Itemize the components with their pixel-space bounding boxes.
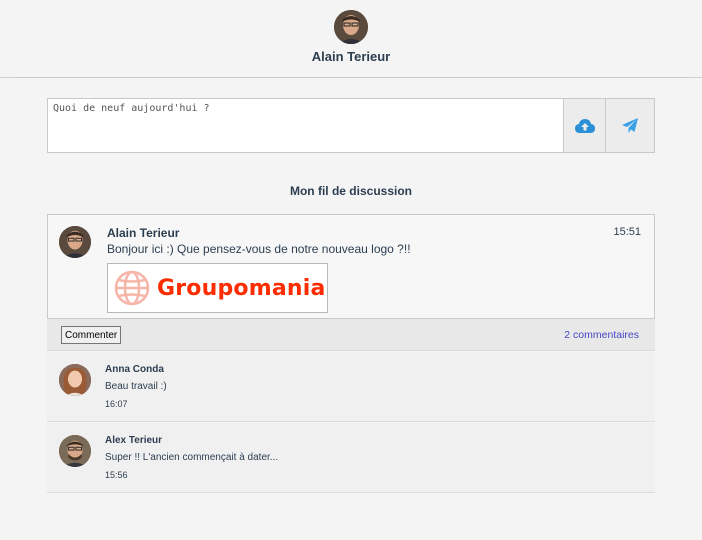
globe-logo-icon — [114, 270, 150, 306]
upload-button[interactable] — [563, 99, 605, 152]
comments-count-link[interactable]: 2 commentaires — [564, 329, 639, 341]
comment-item: Anna Conda Beau travail :) 16:07 — [47, 352, 655, 422]
comment-text: Beau travail :) — [105, 381, 167, 392]
comment-author: Alex Terieur — [105, 435, 163, 446]
comment-time: 15:56 — [105, 470, 128, 480]
profile-avatar[interactable] — [334, 10, 368, 44]
post-author-avatar[interactable] — [59, 226, 91, 258]
post-composer — [47, 98, 655, 153]
post-actions: Commenter 2 commentaires — [47, 319, 655, 351]
post-card: Alain Terieur 15:51 Bonjour ici :) Que p… — [47, 214, 655, 319]
profile-name: Alain Terieur — [311, 49, 391, 64]
send-button[interactable] — [605, 99, 654, 152]
post-image[interactable]: Groupomania — [107, 263, 328, 313]
header-divider — [14, 77, 688, 78]
comment-item: Alex Terieur Super !! L'ancien commençai… — [47, 423, 655, 493]
paper-plane-icon — [622, 117, 638, 133]
feed-title: Mon fil de discussion — [289, 184, 412, 198]
comment-time: 16:07 — [105, 399, 128, 409]
cloud-upload-icon — [574, 118, 595, 133]
profile-header: Alain Terieur — [0, 0, 702, 78]
logo-text: Groupomania — [157, 275, 326, 301]
comment-author: Anna Conda — [105, 364, 164, 375]
comment-text: Super !! L'ancien commençait à dater... — [105, 452, 279, 463]
post-text: Bonjour ici :) Que pensez-vous de notre … — [107, 242, 411, 256]
post-author: Alain Terieur — [107, 226, 180, 240]
comment-button[interactable]: Commenter — [61, 326, 122, 344]
post-time: 15:51 — [613, 226, 641, 238]
comment-avatar[interactable] — [59, 364, 91, 396]
comment-avatar[interactable] — [59, 435, 91, 467]
post-input[interactable] — [48, 99, 563, 152]
